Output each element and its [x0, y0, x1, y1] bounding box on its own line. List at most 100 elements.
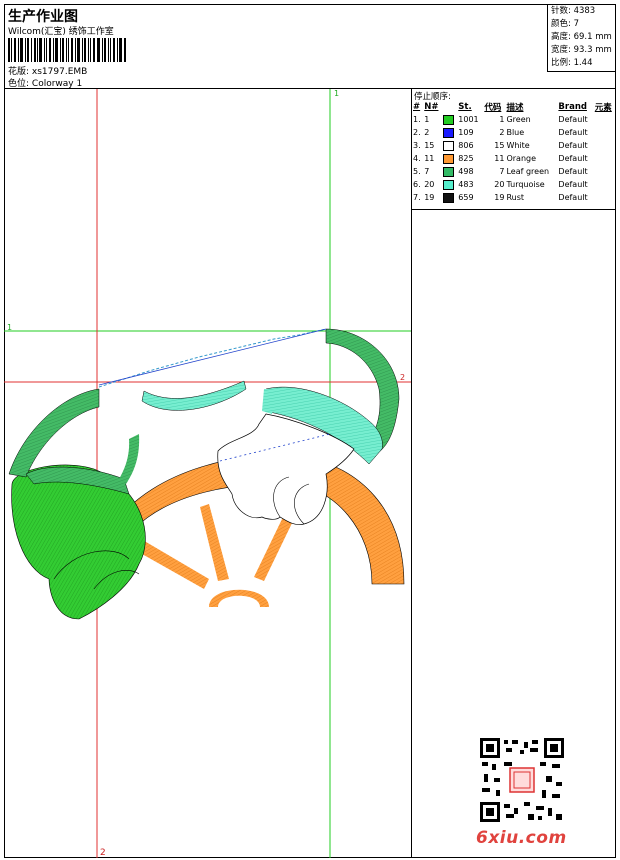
color-swatch — [443, 166, 455, 177]
guide-label-left: 1 — [7, 323, 12, 332]
guide-label-top: 1 — [334, 89, 339, 98]
guide-label-bottom: 2 — [100, 848, 106, 858]
color-swatch — [443, 153, 455, 164]
row-index: 5. — [413, 167, 421, 176]
watermark-brand[interactable]: 6xiu.com — [476, 828, 567, 848]
row-code: 19 — [494, 193, 505, 202]
row-stitches: 483 — [458, 180, 474, 189]
stop-sequence-panel: 停止顺序: # N# St. 代码 描述 Brand 元素 1. 1 1001 1 Gr… — [412, 89, 616, 210]
table-row[interactable]: 7. 19 659 19 Rust Default — [412, 191, 616, 204]
turquoise-arc-small — [141, 380, 247, 411]
color-count: 颜色: 7 — [551, 19, 579, 29]
row-element — [594, 178, 616, 191]
row-code: 15 — [494, 141, 505, 150]
row-brand: Default — [558, 167, 588, 176]
row-number: 15 — [424, 141, 435, 150]
table-row[interactable]: 4. 11 825 11 Orange Default — [412, 152, 616, 165]
software-subtitle: Wilcom(汇宝) 绣饰工作室 — [8, 27, 114, 37]
design-height: 高度: 69.1 mm — [551, 32, 612, 42]
row-index: 2. — [413, 128, 421, 137]
col-brand: Brand — [558, 101, 587, 112]
row-number: 11 — [424, 154, 435, 163]
row-swatch — [442, 126, 457, 139]
row-number: 1 — [424, 115, 430, 124]
row-index: 4. — [413, 154, 421, 163]
row-desc: Orange — [506, 154, 537, 163]
row-stitches: 498 — [458, 167, 474, 176]
row-desc: Green — [506, 115, 531, 124]
row-swatch — [442, 152, 457, 165]
colorway: 色位: Colorway 1 — [8, 76, 82, 89]
page-title: 生产作业图 — [8, 9, 78, 25]
col-element: 元素 — [594, 102, 612, 113]
header: 生产作业图 Wilcom(汇宝) 绣饰工作室 花版: xs1797.EMB 色位… — [4, 4, 616, 89]
stitch-count: 针数: 4383 — [551, 6, 596, 16]
row-index: 1. — [413, 115, 421, 124]
design-canvas: 1 1 2 2 — [4, 89, 412, 858]
row-element — [594, 152, 616, 165]
colorway-value: Colorway 1 — [31, 79, 83, 89]
row-element — [594, 113, 616, 126]
wheel-spoke — [200, 504, 229, 581]
row-code: 2 — [499, 128, 505, 137]
row-element — [594, 165, 616, 178]
row-number: 7 — [424, 167, 430, 176]
row-swatch — [442, 191, 457, 204]
canopy-stem — [119, 434, 140, 484]
canopy-left — [8, 388, 100, 478]
row-desc: White — [506, 141, 530, 150]
table-header-row: # N# St. 代码 描述 Brand 元素 — [412, 100, 616, 113]
row-index: 3. — [413, 141, 421, 150]
table-row[interactable]: 6. 20 483 20 Turquoise Default — [412, 178, 616, 191]
wheel-hub — [209, 589, 269, 607]
row-number: 19 — [424, 193, 435, 202]
jump-stitch-line — [98, 328, 327, 386]
row-brand: Default — [558, 141, 588, 150]
col-stitches: St. — [458, 101, 472, 112]
color-swatch — [443, 179, 455, 190]
row-element — [594, 191, 616, 204]
table-row[interactable]: 2. 2 109 2 Blue Default — [412, 126, 616, 139]
col-code: 代码 — [484, 102, 502, 113]
row-stitches: 109 — [458, 128, 474, 137]
row-desc: Leaf green — [506, 167, 550, 176]
row-swatch — [442, 178, 457, 191]
wheel-spoke — [254, 515, 294, 581]
col-swatch — [442, 100, 457, 113]
qr-code[interactable] — [480, 738, 564, 822]
row-swatch — [442, 113, 457, 126]
row-brand: Default — [558, 154, 588, 163]
barcode — [8, 38, 126, 62]
row-brand: Default — [558, 115, 588, 124]
row-swatch — [442, 165, 457, 178]
color-swatch — [443, 114, 455, 125]
row-element — [594, 126, 616, 139]
row-code: 20 — [494, 180, 505, 189]
colorway-label: 色位: — [8, 79, 30, 89]
table-row[interactable]: 1. 1 1001 1 Green Default — [412, 113, 616, 126]
color-swatch — [443, 192, 455, 203]
col-index: # — [413, 101, 421, 112]
stats-box: 针数: 4383 颜色: 7 高度: 69.1 mm 宽度: 93.3 mm 比… — [547, 4, 616, 72]
color-swatch — [443, 127, 455, 138]
row-code: 7 — [499, 167, 505, 176]
row-index: 6. — [413, 180, 421, 189]
row-desc: Rust — [506, 193, 525, 202]
row-brand: Default — [558, 193, 588, 202]
row-index: 7. — [413, 193, 421, 202]
row-brand: Default — [558, 128, 588, 137]
row-stitches: 806 — [458, 141, 474, 150]
row-desc: Turquoise — [506, 180, 545, 189]
table-row[interactable]: 3. 15 806 15 White Default — [412, 139, 616, 152]
guide-label-right: 2 — [400, 373, 405, 382]
row-stitches: 659 — [458, 193, 474, 202]
row-element — [594, 139, 616, 152]
color-swatch — [443, 140, 455, 151]
design-width: 宽度: 93.3 mm — [551, 45, 612, 55]
row-desc: Blue — [506, 128, 525, 137]
table-row[interactable]: 5. 7 498 7 Leaf green Default — [412, 165, 616, 178]
row-stitches: 825 — [458, 154, 474, 163]
row-code: 11 — [494, 154, 505, 163]
row-number: 20 — [424, 180, 435, 189]
embroidery-design: 1 1 2 2 — [4, 89, 411, 858]
